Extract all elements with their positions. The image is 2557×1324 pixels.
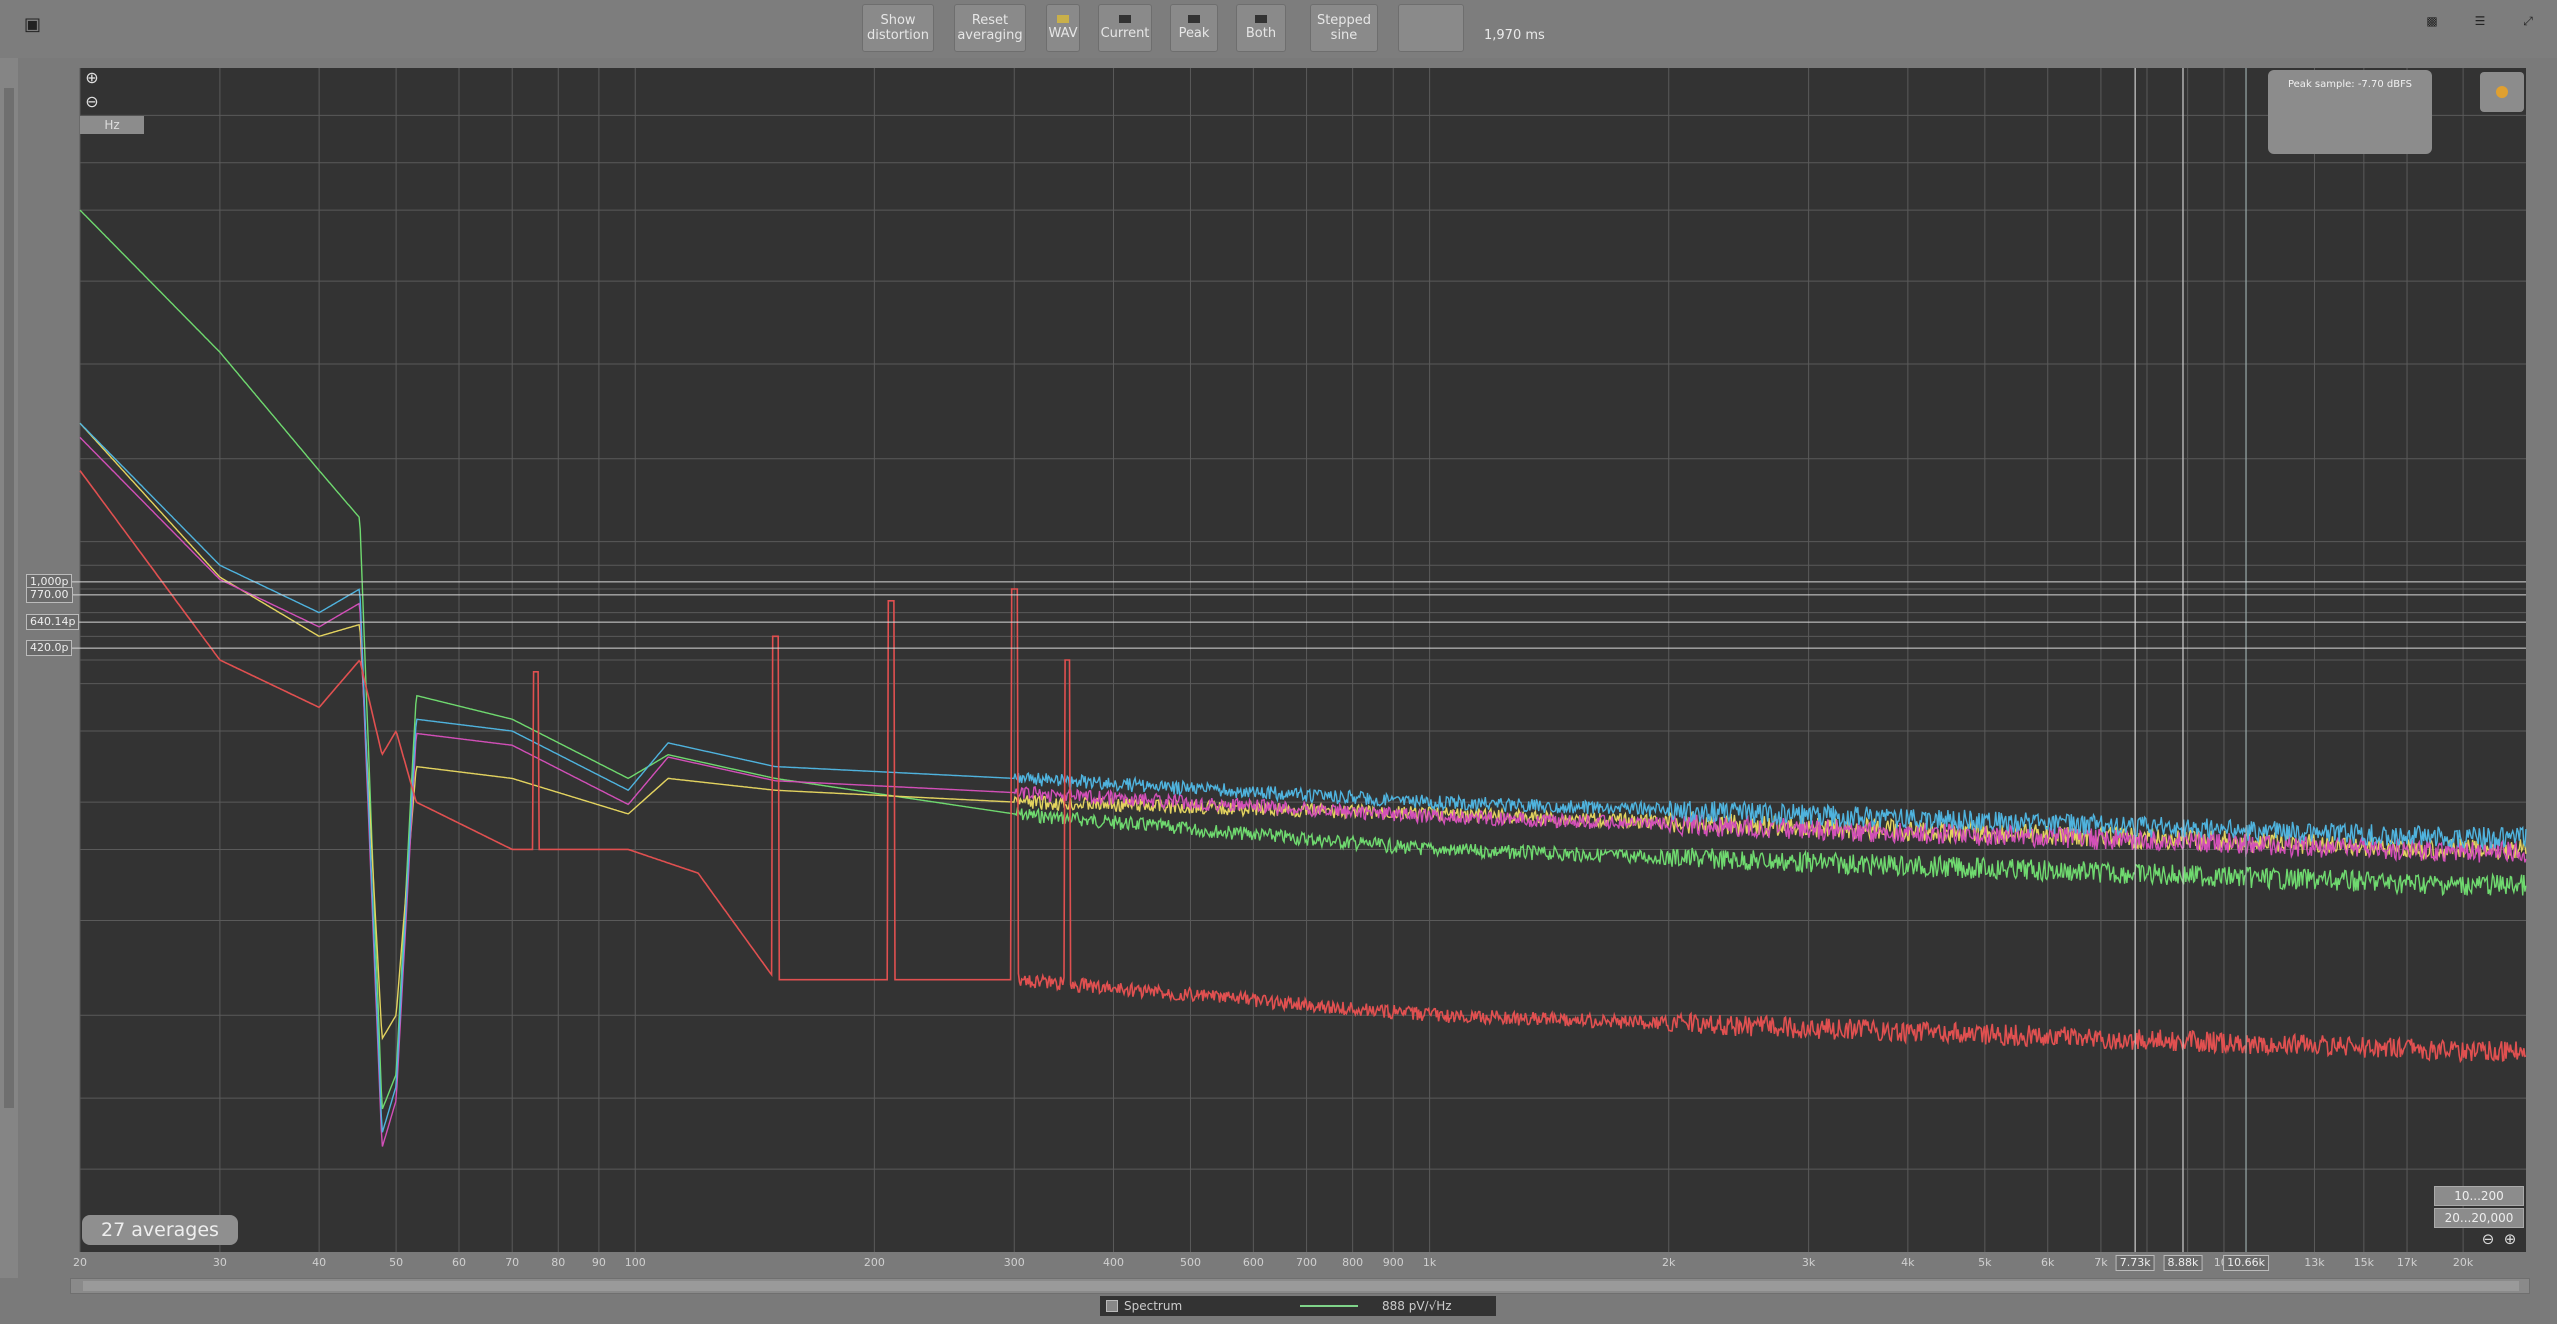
record-button[interactable] [2480, 72, 2524, 112]
x-tick-label: 100 [624, 1256, 646, 1269]
x-tick-label: 800 [1342, 1256, 1364, 1269]
x-tick-label: 700 [1296, 1256, 1318, 1269]
horizontal-scrollbar[interactable] [70, 1278, 2530, 1294]
x-tick-label: 200 [863, 1256, 885, 1269]
x-tick-label: 20k [2452, 1256, 2474, 1269]
x-tick-label: 80 [551, 1256, 566, 1269]
zoom-in-icon[interactable]: ⊕ [84, 70, 100, 86]
spectrum-plot[interactable] [0, 0, 2557, 1324]
x-tick-label: 500 [1179, 1256, 1201, 1269]
legend-value: 888 pV/√Hz [1382, 1299, 1452, 1313]
range-top-box[interactable]: 10...200 [2434, 1186, 2524, 1206]
cursor-label[interactable]: 10.66k [2223, 1255, 2269, 1271]
x-tick-label: 20 [73, 1256, 87, 1269]
x-tick-label: 40 [312, 1256, 327, 1269]
zoom-out-icon[interactable]: ⊖ [84, 94, 100, 110]
x-tick-label: 2k [1662, 1256, 1676, 1269]
y-cursor-label[interactable]: 420.0p [26, 640, 73, 657]
cursor-label[interactable]: 8.88k [2163, 1255, 2203, 1271]
x-tick-label: 13k [2304, 1256, 2325, 1269]
range-zoom-out-icon[interactable]: ⊖ [2480, 1231, 2496, 1247]
x-tick-label: 4k [1901, 1256, 1915, 1269]
x-tick-label: 6k [2041, 1256, 2055, 1269]
x-tick-label: 900 [1382, 1256, 1404, 1269]
x-tick-label: 3k [1801, 1256, 1816, 1269]
x-tick-label: 15k [2353, 1256, 2375, 1269]
x-tick-label: 400 [1102, 1256, 1124, 1269]
range-zoom-in-icon[interactable]: ⊕ [2502, 1231, 2518, 1247]
hz-unit-box[interactable]: Hz [80, 116, 144, 134]
y-cursor-label[interactable]: 770.00 [26, 586, 73, 603]
legend-bar: Spectrum 888 pV/√Hz [1100, 1296, 1496, 1316]
horizontal-scroll-thumb[interactable] [83, 1281, 2519, 1291]
x-tick-label: 60 [452, 1256, 466, 1269]
legend-checkbox[interactable] [1106, 1300, 1118, 1312]
x-tick-label: 1k [1422, 1256, 1437, 1269]
legend-name: Spectrum [1124, 1299, 1183, 1313]
info-box: Peak sample: -7.70 dBFS [2268, 70, 2432, 154]
x-tick-label: 70 [505, 1256, 520, 1269]
legend-line [1300, 1305, 1358, 1307]
range-bottom-box[interactable]: 20...20,000 [2434, 1208, 2524, 1228]
x-tick-label: 90 [591, 1256, 606, 1269]
cursor-label[interactable]: 7.73k [2115, 1255, 2155, 1271]
x-tick-label: 50 [389, 1256, 404, 1269]
x-tick-label: 17k [2396, 1256, 2418, 1269]
info-line: Peak sample: -7.70 dBFS [2287, 79, 2412, 90]
x-tick-label: 600 [1242, 1256, 1264, 1269]
x-tick-label: 30 [212, 1256, 227, 1269]
x-tick-label: 5k [1978, 1256, 1992, 1269]
averages-pill[interactable]: 27 averages [82, 1215, 238, 1245]
y-cursor-label[interactable]: 640.14p [26, 614, 80, 631]
x-tick-label: 7k [2094, 1256, 2108, 1269]
record-icon [2496, 86, 2508, 98]
x-tick-label: 300 [1003, 1256, 1025, 1269]
